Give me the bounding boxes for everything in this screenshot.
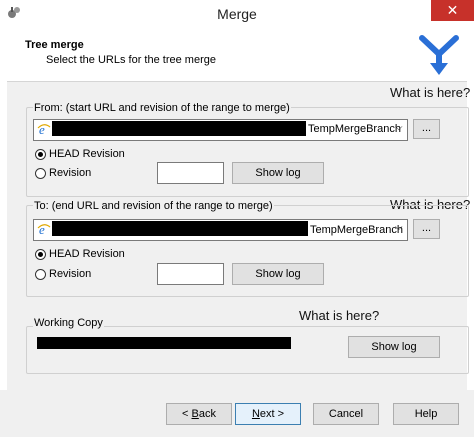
to-head-label: HEAD Revision bbox=[49, 248, 125, 260]
page-title: Tree merge bbox=[25, 39, 84, 51]
svg-text:e: e bbox=[39, 222, 45, 236]
from-url-redacted bbox=[52, 121, 306, 136]
back-button[interactable]: < Back bbox=[166, 403, 232, 425]
from-show-log-button[interactable]: Show log bbox=[232, 162, 324, 184]
to-group-label: To: (end URL and revision of the range t… bbox=[33, 200, 274, 212]
working-copy-path-redacted bbox=[37, 337, 291, 349]
window-title: Merge bbox=[217, 6, 257, 22]
from-head-radio[interactable] bbox=[35, 149, 46, 160]
page-subtitle: Select the URLs for the tree merge bbox=[46, 54, 216, 66]
back-prefix: < bbox=[182, 408, 192, 420]
next-rest: ext > bbox=[259, 408, 285, 420]
close-button[interactable]: ✕ bbox=[431, 0, 474, 21]
to-url-suffix: TempMergeBranch bbox=[310, 224, 403, 236]
help-button[interactable]: Help bbox=[393, 403, 459, 425]
annotation-working-copy: What is here? bbox=[299, 308, 380, 323]
to-show-log-button[interactable]: Show log bbox=[232, 263, 324, 285]
browser-e-icon: e bbox=[37, 222, 51, 236]
from-browse-button[interactable]: ... bbox=[413, 119, 440, 139]
from-head-label: HEAD Revision bbox=[49, 148, 125, 160]
from-url-suffix: TempMergeBranch bbox=[308, 123, 401, 135]
to-revision-label: Revision bbox=[49, 268, 92, 280]
radio-selected-dot bbox=[38, 152, 43, 157]
to-revision-input[interactable] bbox=[157, 263, 224, 285]
back-mnemonic: B bbox=[191, 408, 199, 420]
from-group-label: From: (start URL and revision of the ran… bbox=[33, 102, 291, 114]
next-mnemonic: N bbox=[251, 408, 260, 420]
chevron-down-icon[interactable]: ⌵ bbox=[395, 122, 403, 133]
from-revision-label: Revision bbox=[49, 167, 92, 179]
to-head-radio[interactable] bbox=[35, 249, 46, 260]
to-browse-button[interactable]: ... bbox=[413, 219, 440, 239]
svg-text:e: e bbox=[39, 122, 45, 136]
radio-selected-dot bbox=[38, 252, 43, 257]
next-button[interactable]: Next > bbox=[235, 403, 301, 425]
from-revision-input[interactable] bbox=[157, 162, 224, 184]
browser-e-icon: e bbox=[37, 122, 51, 136]
working-copy-show-log-button[interactable]: Show log bbox=[348, 336, 440, 358]
to-url-redacted bbox=[52, 221, 308, 236]
to-revision-radio[interactable] bbox=[35, 269, 46, 280]
from-revision-radio[interactable] bbox=[35, 168, 46, 179]
merge-arrows-icon bbox=[419, 35, 459, 75]
chevron-down-icon[interactable]: ⌵ bbox=[395, 222, 403, 233]
annotation-from: What is here? bbox=[390, 85, 471, 100]
working-copy-label: Working Copy bbox=[33, 317, 104, 329]
back-rest: ack bbox=[198, 408, 216, 420]
cancel-button[interactable]: Cancel bbox=[313, 403, 379, 425]
